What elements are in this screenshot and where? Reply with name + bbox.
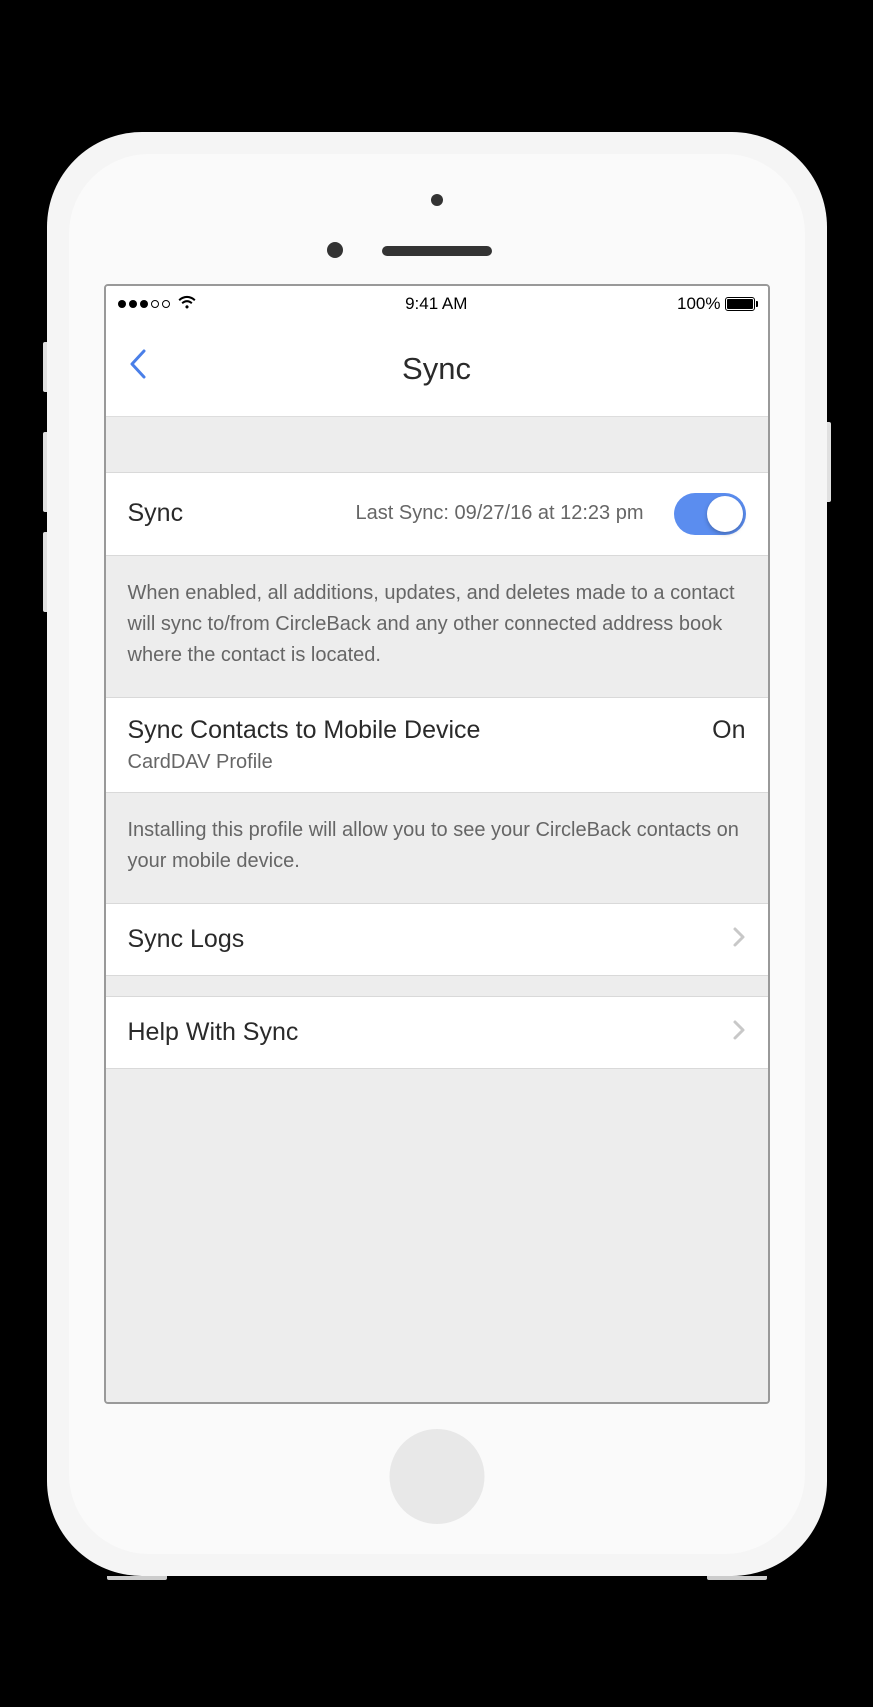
carddav-explanation: Installing this profile will allow you t… (106, 793, 768, 903)
phone-frame: 9:41 AM 100% Sync Sync Last Sync: 09/2 (47, 132, 827, 1576)
carddav-cell[interactable]: Sync Contacts to Mobile Device On CardDA… (106, 697, 768, 793)
phone-foot-left (107, 1576, 167, 1580)
wifi-icon (178, 294, 196, 314)
earpiece-speaker (382, 246, 492, 256)
proximity-sensor (327, 242, 343, 258)
help-label: Help With Sync (128, 1018, 299, 1047)
nav-bar: Sync (106, 322, 768, 417)
carddav-status: On (712, 716, 745, 745)
sync-toggle-cell: Sync Last Sync: 09/27/16 at 12:23 pm (106, 472, 768, 556)
chevron-right-icon (732, 1017, 746, 1048)
sync-label: Sync (128, 499, 184, 528)
volume-up-button (43, 432, 47, 512)
power-button (827, 422, 831, 502)
phone-foot-right (707, 1576, 767, 1580)
signal-strength-icon (118, 300, 170, 308)
page-title: Sync (106, 351, 768, 387)
home-button[interactable] (389, 1429, 484, 1524)
carddav-subtitle: CardDAV Profile (128, 751, 746, 774)
chevron-right-icon (732, 924, 746, 955)
status-bar: 9:41 AM 100% (106, 286, 768, 322)
content-area: Sync Last Sync: 09/27/16 at 12:23 pm Whe… (106, 417, 768, 1402)
battery-percentage: 100% (677, 294, 720, 314)
status-left (118, 294, 196, 314)
back-button[interactable] (128, 347, 148, 390)
screen: 9:41 AM 100% Sync Sync Last Sync: 09/2 (104, 284, 770, 1404)
phone-body: 9:41 AM 100% Sync Sync Last Sync: 09/2 (69, 154, 805, 1554)
volume-down-button (43, 532, 47, 612)
sync-logs-cell[interactable]: Sync Logs (106, 903, 768, 976)
carddav-title: Sync Contacts to Mobile Device (128, 716, 481, 745)
last-sync-text: Last Sync: 09/27/16 at 12:23 pm (201, 502, 655, 525)
sync-explanation: When enabled, all additions, updates, an… (106, 556, 768, 697)
mute-switch (43, 342, 47, 392)
status-right: 100% (677, 294, 755, 314)
sync-toggle[interactable] (674, 493, 746, 535)
battery-icon (725, 297, 755, 311)
sync-logs-label: Sync Logs (128, 925, 245, 954)
help-cell[interactable]: Help With Sync (106, 996, 768, 1069)
status-time: 9:41 AM (405, 294, 467, 314)
front-camera (431, 194, 443, 206)
